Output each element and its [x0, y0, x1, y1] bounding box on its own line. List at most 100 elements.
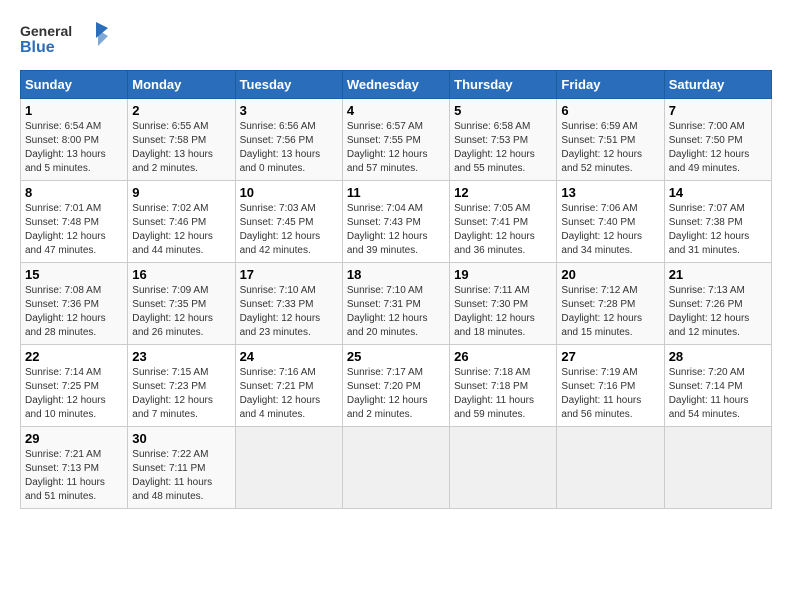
day-info: Sunrise: 7:19 AM Sunset: 7:16 PM Dayligh…: [561, 366, 659, 422]
calendar-cell: 7Sunrise: 7:00 AM Sunset: 7:50 PM Daylig…: [664, 99, 771, 181]
weekday-header-monday: Monday: [128, 71, 235, 99]
calendar-cell: 21 Sunrise: 7:13 AM Sunset: 7:26 PM Dayli…: [664, 263, 771, 345]
day-number: 2: [132, 103, 230, 118]
day-number: 11: [347, 185, 445, 200]
day-info: Sunrise: 7:10 AM Sunset: 7:33 PM Dayligh…: [240, 284, 338, 340]
calendar-cell: 9 Sunrise: 7:02 AM Sunset: 7:46 PM Daylig…: [128, 181, 235, 263]
calendar-cell: 14 Sunrise: 7:07 AM Sunset: 7:38 PM Dayli…: [664, 181, 771, 263]
day-number: 7: [669, 103, 767, 118]
weekday-header-saturday: Saturday: [664, 71, 771, 99]
calendar-cell: 11 Sunrise: 7:04 AM Sunset: 7:43 PM Dayli…: [342, 181, 449, 263]
svg-text:Blue: Blue: [20, 39, 55, 56]
calendar-table: SundayMondayTuesdayWednesdayThursdayFrid…: [20, 70, 772, 509]
day-number: 15: [25, 267, 123, 282]
calendar-cell: 24 Sunrise: 7:16 AM Sunset: 7:21 PM Dayli…: [235, 345, 342, 427]
calendar-cell: [664, 427, 771, 509]
svg-text:General: General: [20, 23, 72, 39]
day-info: Sunrise: 7:04 AM Sunset: 7:43 PM Dayligh…: [347, 202, 445, 258]
day-info: Sunrise: 6:59 AM Sunset: 7:51 PM Dayligh…: [561, 120, 659, 176]
weekday-header-sunday: Sunday: [21, 71, 128, 99]
day-info: Sunrise: 7:03 AM Sunset: 7:45 PM Dayligh…: [240, 202, 338, 258]
day-number: 14: [669, 185, 767, 200]
calendar-cell: 13 Sunrise: 7:06 AM Sunset: 7:40 PM Dayli…: [557, 181, 664, 263]
day-info: Sunrise: 7:15 AM Sunset: 7:23 PM Dayligh…: [132, 366, 230, 422]
calendar-cell: 6 Sunrise: 6:59 AM Sunset: 7:51 PM Daylig…: [557, 99, 664, 181]
day-number: 17: [240, 267, 338, 282]
logo: General Blue: [20, 20, 110, 60]
day-number: 22: [25, 349, 123, 364]
weekday-header-thursday: Thursday: [450, 71, 557, 99]
day-number: 26: [454, 349, 552, 364]
calendar-cell: 26 Sunrise: 7:18 AM Sunset: 7:18 PM Dayli…: [450, 345, 557, 427]
day-info: Sunrise: 7:21 AM Sunset: 7:13 PM Dayligh…: [25, 448, 123, 504]
calendar-cell: 30 Sunrise: 7:22 AM Sunset: 7:11 PM Dayli…: [128, 427, 235, 509]
day-number: 28: [669, 349, 767, 364]
day-info: Sunrise: 7:18 AM Sunset: 7:18 PM Dayligh…: [454, 366, 552, 422]
day-info: Sunrise: 7:09 AM Sunset: 7:35 PM Dayligh…: [132, 284, 230, 340]
day-info: Sunrise: 7:07 AM Sunset: 7:38 PM Dayligh…: [669, 202, 767, 258]
day-number: 6: [561, 103, 659, 118]
day-number: 13: [561, 185, 659, 200]
day-info: Sunrise: 7:17 AM Sunset: 7:20 PM Dayligh…: [347, 366, 445, 422]
calendar-cell: 3 Sunrise: 6:56 AM Sunset: 7:56 PM Daylig…: [235, 99, 342, 181]
day-info: Sunrise: 7:02 AM Sunset: 7:46 PM Dayligh…: [132, 202, 230, 258]
day-info: Sunrise: 6:54 AM Sunset: 8:00 PM Dayligh…: [25, 120, 123, 176]
calendar-cell: [235, 427, 342, 509]
day-number: 1: [25, 103, 123, 118]
day-number: 25: [347, 349, 445, 364]
day-info: Sunrise: 7:08 AM Sunset: 7:36 PM Dayligh…: [25, 284, 123, 340]
day-number: 16: [132, 267, 230, 282]
calendar-cell: 28Sunrise: 7:20 AM Sunset: 7:14 PM Dayli…: [664, 345, 771, 427]
calendar-cell: 16 Sunrise: 7:09 AM Sunset: 7:35 PM Dayli…: [128, 263, 235, 345]
weekday-header-friday: Friday: [557, 71, 664, 99]
day-info: Sunrise: 6:58 AM Sunset: 7:53 PM Dayligh…: [454, 120, 552, 176]
logo-svg: General Blue: [20, 20, 110, 60]
day-info: Sunrise: 7:12 AM Sunset: 7:28 PM Dayligh…: [561, 284, 659, 340]
day-number: 27: [561, 349, 659, 364]
day-number: 12: [454, 185, 552, 200]
calendar-cell: 22 Sunrise: 7:14 AM Sunset: 7:25 PM Dayli…: [21, 345, 128, 427]
day-number: 29: [25, 431, 123, 446]
day-info: Sunrise: 7:06 AM Sunset: 7:40 PM Dayligh…: [561, 202, 659, 258]
weekday-header-wednesday: Wednesday: [342, 71, 449, 99]
day-info: Sunrise: 6:57 AM Sunset: 7:55 PM Dayligh…: [347, 120, 445, 176]
calendar-cell: 20 Sunrise: 7:12 AM Sunset: 7:28 PM Dayli…: [557, 263, 664, 345]
day-number: 10: [240, 185, 338, 200]
calendar-cell: 15 Sunrise: 7:08 AM Sunset: 7:36 PM Dayli…: [21, 263, 128, 345]
calendar-cell: 17 Sunrise: 7:10 AM Sunset: 7:33 PM Dayli…: [235, 263, 342, 345]
day-number: 19: [454, 267, 552, 282]
calendar-cell: [342, 427, 449, 509]
calendar-cell: 8Sunrise: 7:01 AM Sunset: 7:48 PM Daylig…: [21, 181, 128, 263]
calendar-cell: 19Sunrise: 7:11 AM Sunset: 7:30 PM Dayli…: [450, 263, 557, 345]
day-number: 20: [561, 267, 659, 282]
calendar-cell: [450, 427, 557, 509]
day-number: 24: [240, 349, 338, 364]
weekday-header-tuesday: Tuesday: [235, 71, 342, 99]
calendar-week-4: 22 Sunrise: 7:14 AM Sunset: 7:25 PM Dayli…: [21, 345, 772, 427]
day-number: 21: [669, 267, 767, 282]
calendar-cell: 1 Sunrise: 6:54 AM Sunset: 8:00 PM Daylig…: [21, 99, 128, 181]
calendar-cell: 29 Sunrise: 7:21 AM Sunset: 7:13 PM Dayli…: [21, 427, 128, 509]
calendar-cell: 2Sunrise: 6:55 AM Sunset: 7:58 PM Daylig…: [128, 99, 235, 181]
day-info: Sunrise: 7:13 AM Sunset: 7:26 PM Dayligh…: [669, 284, 767, 340]
day-number: 30: [132, 431, 230, 446]
day-info: Sunrise: 7:05 AM Sunset: 7:41 PM Dayligh…: [454, 202, 552, 258]
calendar-cell: [557, 427, 664, 509]
calendar-week-1: 1 Sunrise: 6:54 AM Sunset: 8:00 PM Daylig…: [21, 99, 772, 181]
calendar-cell: 25 Sunrise: 7:17 AM Sunset: 7:20 PM Dayli…: [342, 345, 449, 427]
day-number: 9: [132, 185, 230, 200]
day-info: Sunrise: 7:10 AM Sunset: 7:31 PM Dayligh…: [347, 284, 445, 340]
day-number: 8: [25, 185, 123, 200]
day-info: Sunrise: 6:56 AM Sunset: 7:56 PM Dayligh…: [240, 120, 338, 176]
day-info: Sunrise: 7:14 AM Sunset: 7:25 PM Dayligh…: [25, 366, 123, 422]
calendar-cell: 12 Sunrise: 7:05 AM Sunset: 7:41 PM Dayli…: [450, 181, 557, 263]
day-number: 4: [347, 103, 445, 118]
day-number: 3: [240, 103, 338, 118]
calendar-week-3: 15 Sunrise: 7:08 AM Sunset: 7:36 PM Dayli…: [21, 263, 772, 345]
header: General Blue: [20, 20, 772, 60]
calendar-cell: 18Sunrise: 7:10 AM Sunset: 7:31 PM Dayli…: [342, 263, 449, 345]
day-info: Sunrise: 7:16 AM Sunset: 7:21 PM Dayligh…: [240, 366, 338, 422]
calendar-cell: 5Sunrise: 6:58 AM Sunset: 7:53 PM Daylig…: [450, 99, 557, 181]
day-info: Sunrise: 7:22 AM Sunset: 7:11 PM Dayligh…: [132, 448, 230, 504]
day-number: 23: [132, 349, 230, 364]
